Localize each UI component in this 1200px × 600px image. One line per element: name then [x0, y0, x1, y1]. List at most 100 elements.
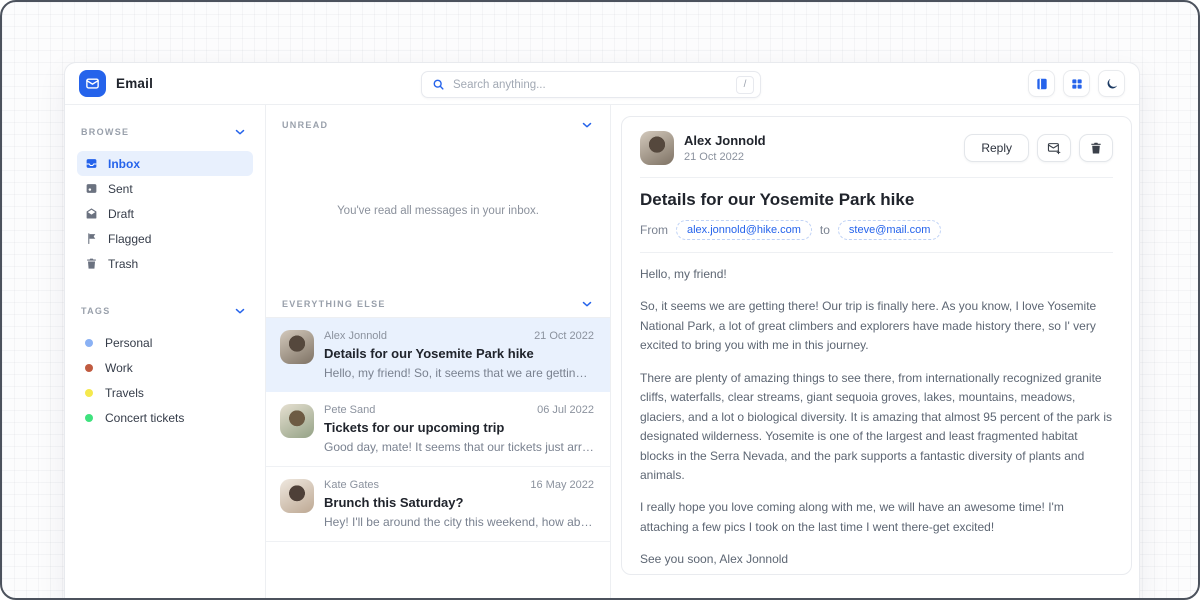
app-title: Email: [116, 76, 153, 91]
to-label: to: [820, 223, 830, 237]
body-paragraph: There are plenty of amazing things to se…: [640, 369, 1113, 486]
body-paragraph: So, it seems we are getting there! Our t…: [640, 297, 1113, 355]
sidebar-item-flagged[interactable]: Flagged: [77, 226, 253, 251]
browse-section-header: BROWSE: [77, 119, 253, 145]
from-label: From: [640, 223, 668, 237]
chevron-down-icon[interactable]: [580, 118, 594, 132]
tag-item-work[interactable]: Work: [77, 355, 253, 380]
message-list-column: UNREAD You've read all messages in your …: [265, 105, 611, 600]
avatar: [280, 330, 314, 364]
search-shortcut-badge: /: [736, 76, 754, 94]
body-paragraph: I really hope you love coming along with…: [640, 498, 1113, 537]
email-sender: Kate Gates: [324, 479, 379, 491]
email-summary: Alex Jonnold 21 Oct 2022 Details for our…: [324, 330, 594, 380]
search-icon: [432, 78, 445, 91]
email-preview: Good day, mate! It seems that our ticket…: [324, 440, 594, 454]
email-date: 21 Oct 2022: [534, 330, 594, 342]
detail-sender-name: Alex Jonnold: [684, 133, 766, 148]
draft-icon: [85, 207, 98, 220]
top-actions: [1028, 70, 1125, 97]
chevron-down-icon[interactable]: [580, 297, 594, 311]
app-logo: [79, 70, 106, 97]
sidebar-item-draft[interactable]: Draft: [77, 201, 253, 226]
tags-label: TAGS: [81, 306, 111, 316]
email-summary: Pete Sand 06 Jul 2022 Tickets for our up…: [324, 404, 594, 454]
email-list: Alex Jonnold 21 Oct 2022 Details for our…: [266, 317, 610, 542]
reply-button[interactable]: Reply: [964, 134, 1029, 162]
sidebar-item-sent[interactable]: Sent: [77, 176, 253, 201]
trash-icon: [1089, 141, 1103, 155]
email-subject: Brunch this Saturday?: [324, 495, 594, 510]
tag-item-travels[interactable]: Travels: [77, 380, 253, 405]
tag-color-dot: [85, 414, 93, 422]
chevron-down-icon[interactable]: [233, 125, 247, 139]
email-list-item[interactable]: Pete Sand 06 Jul 2022 Tickets for our up…: [266, 392, 610, 467]
unread-section-header: UNREAD: [266, 105, 610, 138]
everything-else-label: EVERYTHING ELSE: [282, 299, 386, 309]
email-app-window: Email / BROWS: [64, 62, 1140, 600]
email-preview: Hey! I'll be around the city this weeken…: [324, 515, 594, 529]
detail-subject: Details for our Yosemite Park hike: [640, 190, 1113, 210]
tags-section-header: TAGS: [77, 298, 253, 324]
email-subject: Details for our Yosemite Park hike: [324, 346, 594, 361]
tag-label: Personal: [105, 336, 152, 350]
sidebar-item-label: Inbox: [108, 157, 140, 171]
email-date: 16 May 2022: [530, 479, 594, 491]
inbox-icon: [85, 157, 98, 170]
envelope-icon: [85, 76, 100, 91]
from-to-row: From alex.jonnold@hike.com to steve@mail…: [640, 220, 1113, 240]
mark-unread-button[interactable]: [1037, 134, 1071, 162]
tag-item-concert-tickets[interactable]: Concert tickets: [77, 405, 253, 430]
chevron-down-icon[interactable]: [233, 304, 247, 318]
envelope-plus-icon: [1047, 141, 1061, 155]
desktop-background: Email / BROWS: [0, 0, 1200, 600]
detail-actions: Reply: [964, 134, 1113, 162]
sidebar: BROWSE Inbox Sent Draft: [65, 105, 265, 600]
trash-icon: [85, 257, 98, 270]
body-paragraph: See you soon, Alex Jonnold: [640, 550, 1113, 569]
search-bar[interactable]: /: [421, 71, 761, 98]
tags-nav: Personal Work Travels Concert tickets: [77, 330, 253, 430]
email-list-item[interactable]: Alex Jonnold 21 Oct 2022 Details for our…: [266, 318, 610, 392]
unread-empty-state: You've read all messages in your inbox.: [266, 138, 610, 284]
search-input[interactable]: [453, 79, 736, 91]
from-address-chip[interactable]: alex.jonnold@hike.com: [676, 220, 812, 240]
avatar: [280, 479, 314, 513]
grid-button[interactable]: [1063, 70, 1090, 97]
sidebar-item-inbox[interactable]: Inbox: [77, 151, 253, 176]
tag-item-personal[interactable]: Personal: [77, 330, 253, 355]
email-detail-header: Alex Jonnold 21 Oct 2022 Reply: [640, 131, 1113, 165]
top-bar: Email /: [65, 63, 1139, 105]
tag-color-dot: [85, 339, 93, 347]
grid-icon: [1070, 77, 1084, 91]
avatar: [640, 131, 674, 165]
flag-icon: [85, 232, 98, 245]
to-address-chip[interactable]: steve@mail.com: [838, 220, 941, 240]
email-list-item[interactable]: Kate Gates 16 May 2022 Brunch this Satur…: [266, 467, 610, 542]
tag-color-dot: [85, 364, 93, 372]
detail-date: 21 Oct 2022: [684, 151, 766, 163]
delete-button[interactable]: [1079, 134, 1113, 162]
tag-color-dot: [85, 389, 93, 397]
email-body: Hello, my friend! So, it seems we are ge…: [640, 265, 1113, 570]
email-sender: Pete Sand: [324, 404, 375, 416]
sidebar-item-label: Sent: [108, 182, 133, 196]
email-summary: Kate Gates 16 May 2022 Brunch this Satur…: [324, 479, 594, 529]
avatar: [280, 404, 314, 438]
tag-label: Travels: [105, 386, 144, 400]
everything-else-section-header: EVERYTHING ELSE: [266, 284, 610, 317]
dark-mode-button[interactable]: [1098, 70, 1125, 97]
sidebar-item-label: Flagged: [108, 232, 151, 246]
sidebar-item-trash[interactable]: Trash: [77, 251, 253, 276]
reading-pane: Alex Jonnold 21 Oct 2022 Reply: [611, 105, 1139, 600]
book-button[interactable]: [1028, 70, 1055, 97]
email-sender: Alex Jonnold: [324, 330, 387, 342]
tag-label: Work: [105, 361, 133, 375]
sent-icon: [85, 182, 98, 195]
email-date: 06 Jul 2022: [537, 404, 594, 416]
browse-nav: Inbox Sent Draft Flagged: [77, 151, 253, 276]
tag-label: Concert tickets: [105, 411, 184, 425]
sidebar-item-label: Trash: [108, 257, 138, 271]
sidebar-item-label: Draft: [108, 207, 134, 221]
email-preview: Hello, my friend! So, it seems that we a…: [324, 366, 594, 380]
